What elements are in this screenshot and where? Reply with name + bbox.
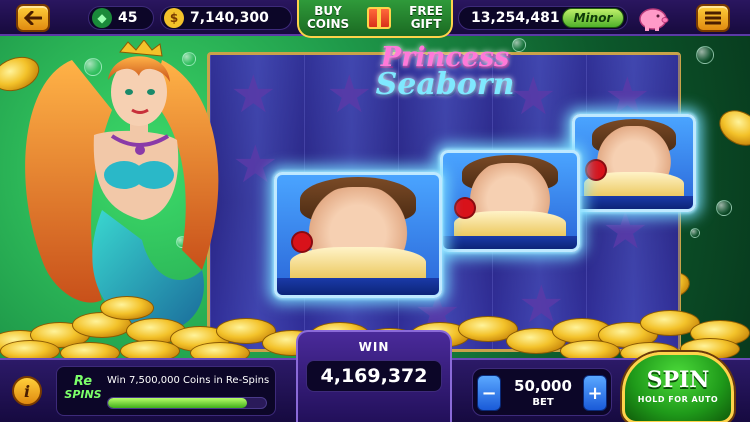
jackpot-value: 13,254,481 xyxy=(471,10,560,26)
respin-progress-bar xyxy=(107,397,267,409)
win-amount: 4,169,372 xyxy=(306,360,442,392)
piggy-bank-icon[interactable] xyxy=(636,4,670,32)
spin-label: SPIN xyxy=(646,367,710,393)
bet-panel: − 50,000 BET + xyxy=(472,368,612,416)
mermaid-princess-character xyxy=(25,40,219,332)
prince-symbol xyxy=(274,172,442,298)
jackpot-tier-badge: Minor xyxy=(562,8,624,28)
hamburger-menu-icon xyxy=(705,11,721,25)
bubble xyxy=(690,228,700,238)
back-button[interactable] xyxy=(16,4,50,32)
bottom-control-bar: i Re SPINS Win 7,500,000 Coins in Re-Spi… xyxy=(0,330,750,422)
respin-message: Win 7,500,000 Coins in Re-Spins xyxy=(107,375,270,386)
bet-label: BET xyxy=(532,397,554,408)
starfish-symbol: ★ xyxy=(326,65,373,125)
coin-icon: $ xyxy=(164,8,184,28)
gems-count: 45 xyxy=(118,10,138,26)
buy-coins-free-gift-panel: BUY COINS FREE GIFT xyxy=(297,0,453,38)
bet-increase-button[interactable]: + xyxy=(583,375,607,411)
prince-symbol xyxy=(572,114,696,212)
back-arrow-icon xyxy=(24,11,42,25)
game-title-logo: Princess Seaborn xyxy=(370,42,520,102)
buy-coins-button[interactable]: BUY COINS xyxy=(307,5,349,31)
prince-symbol xyxy=(440,150,580,252)
win-panel: WIN 4,169,372 xyxy=(296,330,452,422)
menu-button[interactable] xyxy=(696,4,730,32)
bet-amount: 50,000 xyxy=(514,377,572,395)
free-gift-button[interactable]: FREE GIFT xyxy=(409,5,443,31)
respin-logo-line2: SPINS xyxy=(64,388,102,401)
bet-decrease-button[interactable]: − xyxy=(477,375,501,411)
respin-logo: Re SPINS xyxy=(63,375,103,409)
bubble xyxy=(716,200,732,216)
coins-count: 7,140,300 xyxy=(190,10,269,26)
game-title-line2: Seaborn xyxy=(375,67,515,102)
info-icon: i xyxy=(23,381,31,401)
game-stage: ★ ★ ★ ★ ★ ★ ★ ★ Princess Seaborn ◆ 45 $ … xyxy=(0,0,750,422)
gem-icon: ◆ xyxy=(92,8,112,28)
respin-progress-panel: Re SPINS Win 7,500,000 Coins in Re-Spins xyxy=(56,366,276,416)
win-label: WIN xyxy=(358,340,390,354)
bubble xyxy=(696,46,714,64)
top-bar: ◆ 45 $ 7,140,300 BUY COINS FREE GIFT 13,… xyxy=(0,0,750,38)
gems-balance[interactable]: ◆ 45 xyxy=(88,6,154,30)
info-button[interactable]: i xyxy=(12,376,42,406)
flying-coin xyxy=(712,103,750,153)
spin-button[interactable]: SPIN HOLD FOR AUTO xyxy=(622,352,734,422)
respin-logo-line1: Re xyxy=(73,374,93,389)
starfish-symbol: ★ xyxy=(602,201,649,261)
gift-box-icon[interactable] xyxy=(367,7,392,29)
spin-sublabel: HOLD FOR AUTO xyxy=(637,395,719,404)
coins-balance[interactable]: $ 7,140,300 xyxy=(160,6,292,30)
plus-icon: + xyxy=(587,382,603,404)
respin-progress-fill xyxy=(108,398,248,408)
minus-icon: − xyxy=(481,382,497,404)
